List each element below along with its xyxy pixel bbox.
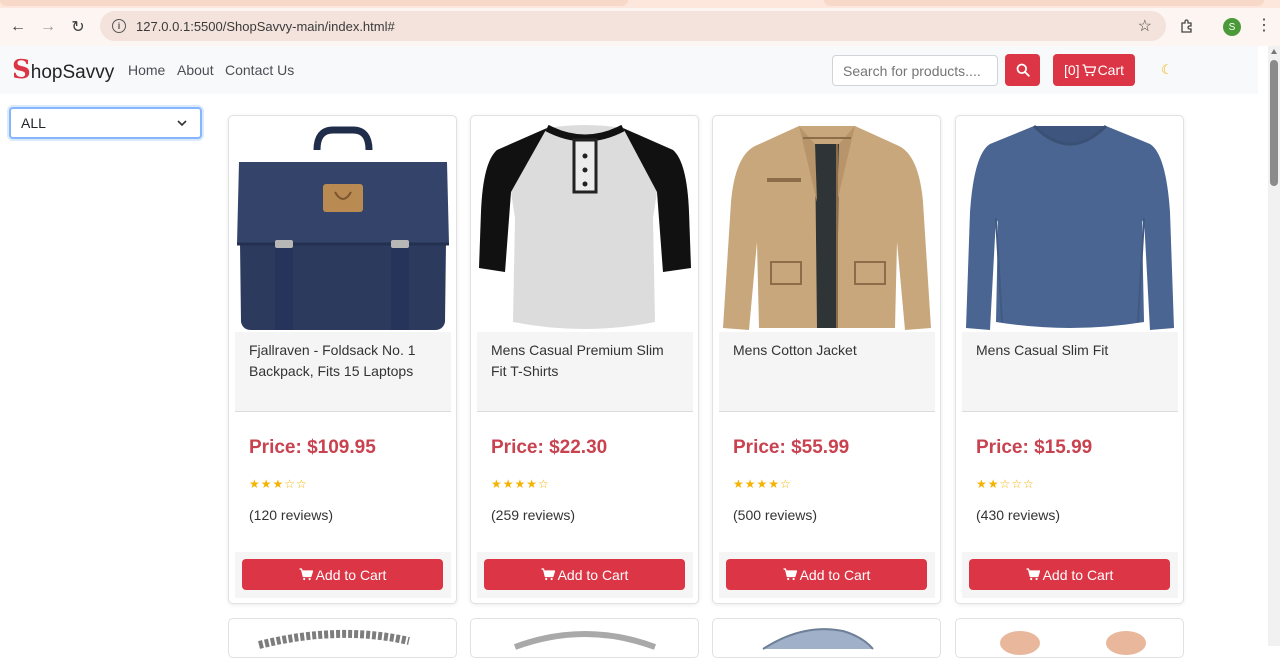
- product-price: Price: $55.99: [733, 437, 850, 458]
- product-card: Mens Cotton Jacket Price: $55.99 ★★★★☆ (…: [712, 115, 941, 604]
- add-to-cart-button[interactable]: Add to Cart: [242, 559, 443, 590]
- card-title-area: Mens Casual Premium Slim Fit T-Shirts: [477, 332, 693, 412]
- search-icon: [1016, 63, 1030, 77]
- product-price: Price: $109.95: [249, 437, 376, 458]
- product-card: Mens Casual Premium Slim Fit T-Shirts Pr…: [470, 115, 699, 604]
- add-to-cart-label: Add to Cart: [799, 566, 871, 583]
- rating-stars: ★★★★☆: [491, 477, 550, 491]
- back-icon[interactable]: ←: [3, 12, 33, 42]
- cart-count: [0]: [1063, 62, 1080, 78]
- cart-label: Cart: [1097, 62, 1125, 78]
- cart-icon: [1082, 63, 1096, 76]
- address-bar[interactable]: i 127.0.0.1:5500/ShopSavvy-main/index.ht…: [100, 11, 1166, 41]
- product-title: Mens Casual Premium Slim Fit T-Shirts: [491, 342, 664, 379]
- card-footer: Add to Cart: [477, 552, 693, 598]
- browser-menu-icon[interactable]: ⋮: [1256, 15, 1272, 35]
- category-select[interactable]: ALL: [9, 107, 202, 139]
- add-to-cart-button[interactable]: Add to Cart: [726, 559, 927, 590]
- product-title: Mens Casual Slim Fit: [976, 342, 1109, 358]
- product-title: Fjallraven - Foldsack No. 1 Backpack, Fi…: [249, 342, 416, 379]
- card-footer: Add to Cart: [235, 552, 451, 598]
- product-card: Fjallraven - Foldsack No. 1 Backpack, Fi…: [228, 115, 457, 604]
- cart-icon: [541, 568, 555, 581]
- product-card: [955, 618, 1184, 658]
- product-card: [712, 618, 941, 658]
- browser-toolbar: ← → ↻ i 127.0.0.1:5500/ShopSavvy-main/in…: [0, 8, 1280, 46]
- card-footer: Add to Cart: [962, 552, 1178, 598]
- cart-button[interactable]: [0] Cart: [1053, 54, 1135, 86]
- product-card: [470, 618, 699, 658]
- site-navbar: S hopSavvy Home About Contact Us [0] Car…: [0, 46, 1258, 94]
- site-info-icon[interactable]: i: [112, 19, 126, 33]
- nav-contact-link[interactable]: Contact Us: [225, 62, 294, 78]
- card-title-area: Fjallraven - Foldsack No. 1 Backpack, Fi…: [235, 332, 451, 412]
- card-title-area: Mens Cotton Jacket: [719, 332, 935, 412]
- card-title-area: Mens Casual Slim Fit: [962, 332, 1178, 412]
- browser-tab-strip: [0, 0, 1280, 8]
- review-count: (430 reviews): [976, 507, 1061, 523]
- product-card: [228, 618, 457, 658]
- search-input[interactable]: [832, 55, 998, 86]
- product-title: Mens Cotton Jacket: [733, 342, 857, 358]
- rating-stars: ★★★☆☆: [249, 477, 308, 491]
- cart-icon: [1026, 568, 1040, 581]
- url-text: 127.0.0.1:5500/ShopSavvy-main/index.html…: [136, 18, 395, 34]
- extensions-icon[interactable]: [1176, 15, 1198, 37]
- add-to-cart-button[interactable]: Add to Cart: [484, 559, 685, 590]
- nav-about-link[interactable]: About: [177, 62, 214, 78]
- product-image[interactable]: [235, 122, 451, 332]
- product-image[interactable]: [477, 122, 693, 332]
- product-image[interactable]: [962, 122, 1178, 332]
- card-footer: Add to Cart: [719, 552, 935, 598]
- forward-icon[interactable]: →: [33, 12, 63, 42]
- cart-icon: [783, 568, 797, 581]
- product-image[interactable]: [956, 619, 1184, 658]
- add-to-cart-label: Add to Cart: [557, 566, 629, 583]
- profile-avatar[interactable]: S: [1223, 18, 1241, 36]
- review-count: (120 reviews): [249, 507, 334, 523]
- product-price: Price: $22.30: [491, 437, 608, 458]
- add-to-cart-label: Add to Cart: [1042, 566, 1114, 583]
- cart-icon: [299, 568, 313, 581]
- add-to-cart-label: Add to Cart: [315, 566, 387, 583]
- product-image[interactable]: [713, 619, 941, 658]
- page-scrollbar[interactable]: [1268, 46, 1280, 646]
- bookmark-star-icon[interactable]: ☆: [1138, 16, 1152, 36]
- product-image[interactable]: [471, 619, 699, 658]
- rating-stars: ★★☆☆☆: [976, 477, 1035, 491]
- category-selected-value: ALL: [21, 115, 46, 131]
- dark-mode-moon-icon[interactable]: ☾: [1161, 62, 1173, 78]
- reload-icon[interactable]: ↻: [63, 12, 93, 42]
- scroll-thumb[interactable]: [1270, 60, 1278, 186]
- brand-logo[interactable]: S hopSavvy: [12, 55, 114, 85]
- chevron-down-icon: [177, 120, 187, 127]
- product-price: Price: $15.99: [976, 437, 1093, 458]
- rating-stars: ★★★★☆: [733, 477, 792, 491]
- scroll-up-arrow[interactable]: [1271, 49, 1277, 54]
- brand-initial: S: [12, 55, 31, 85]
- add-to-cart-button[interactable]: Add to Cart: [969, 559, 1170, 590]
- brand-name: hopSavvy: [30, 62, 115, 83]
- nav-home-link[interactable]: Home: [128, 62, 165, 78]
- review-count: (500 reviews): [733, 507, 818, 523]
- product-card: Mens Casual Slim Fit Price: $15.99 ★★☆☆☆…: [955, 115, 1184, 604]
- search-button[interactable]: [1005, 54, 1040, 86]
- product-image[interactable]: [229, 619, 457, 658]
- review-count: (259 reviews): [491, 507, 576, 523]
- product-image[interactable]: [719, 122, 935, 332]
